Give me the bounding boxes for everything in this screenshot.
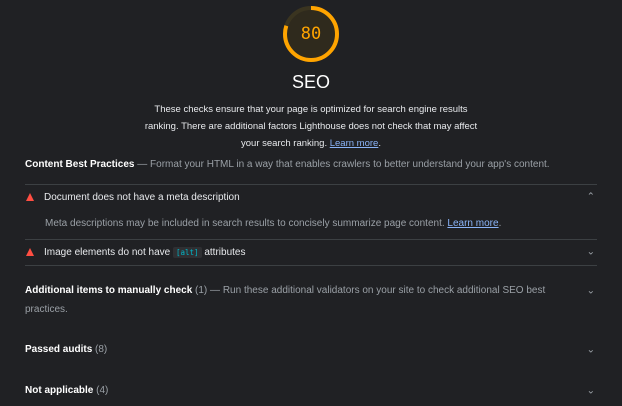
warning-triangle-icon (26, 193, 34, 201)
description-period: . (378, 138, 381, 149)
score-gauge: 80 (282, 5, 340, 63)
manual-checks-section[interactable]: Additional items to manually check (1) —… (25, 281, 597, 319)
audit-meta-description[interactable]: Document does not have a meta descriptio… (25, 186, 597, 208)
not-applicable-count: (4) (93, 385, 109, 396)
category-description: These checks ensure that your page is op… (140, 101, 482, 152)
manual-title: Additional items to manually check (25, 285, 193, 296)
warning-triangle-icon (26, 248, 34, 256)
manual-dash: — (207, 285, 223, 296)
not-applicable-text: Not applicable (4) (25, 381, 565, 400)
audit-title: Document does not have a meta descriptio… (44, 191, 240, 203)
chevron-down-icon[interactable]: ⌄ (587, 247, 595, 258)
chevron-down-icon[interactable]: ⌄ (587, 344, 595, 355)
category-title: SEO (291, 72, 330, 92)
divider (25, 265, 597, 266)
audit-title-end: attributes (201, 246, 246, 258)
divider (25, 239, 597, 240)
manual-checks-text: Additional items to manually check (1) —… (25, 281, 565, 319)
divider (25, 184, 597, 185)
chevron-down-icon[interactable]: ⌄ (587, 385, 595, 396)
audit-learn-more-link[interactable]: Learn more (447, 218, 498, 229)
passed-count: (8) (92, 344, 108, 355)
audit-details-text: Meta descriptions may be included in sea… (45, 218, 445, 229)
audit-title: Image elements do not have [alt] attribu… (44, 246, 246, 258)
audit-details: Meta descriptions may be included in sea… (45, 215, 585, 233)
audit-title-start: Image elements do not have (44, 246, 173, 258)
category-description-text: These checks ensure that your page is op… (144, 104, 478, 149)
content-best-practices-header: Content Best Practices — Format your HTM… (25, 156, 605, 174)
group-dash: — (134, 159, 151, 170)
not-applicable-title: Not applicable (25, 385, 94, 396)
audit-image-alt[interactable]: Image elements do not have [alt] attribu… (25, 241, 597, 263)
manual-count: (1) (192, 285, 208, 296)
passed-audits-section[interactable]: Passed audits (8) ⌄ (25, 340, 597, 359)
passed-text: Passed audits (8) (25, 340, 565, 359)
group-description: Format your HTML in a way that enables c… (150, 159, 550, 170)
alt-code: [alt] (172, 246, 202, 258)
score-value: 80 (300, 24, 322, 44)
group-title: Content Best Practices (25, 159, 135, 170)
learn-more-link[interactable]: Learn more (330, 138, 379, 149)
chevron-down-icon[interactable]: ⌄ (587, 286, 595, 297)
chevron-up-icon[interactable]: ⌃ (587, 192, 595, 203)
not-applicable-section[interactable]: Not applicable (4) ⌄ (25, 381, 597, 400)
details-period: . (498, 218, 502, 229)
passed-title: Passed audits (25, 344, 93, 355)
